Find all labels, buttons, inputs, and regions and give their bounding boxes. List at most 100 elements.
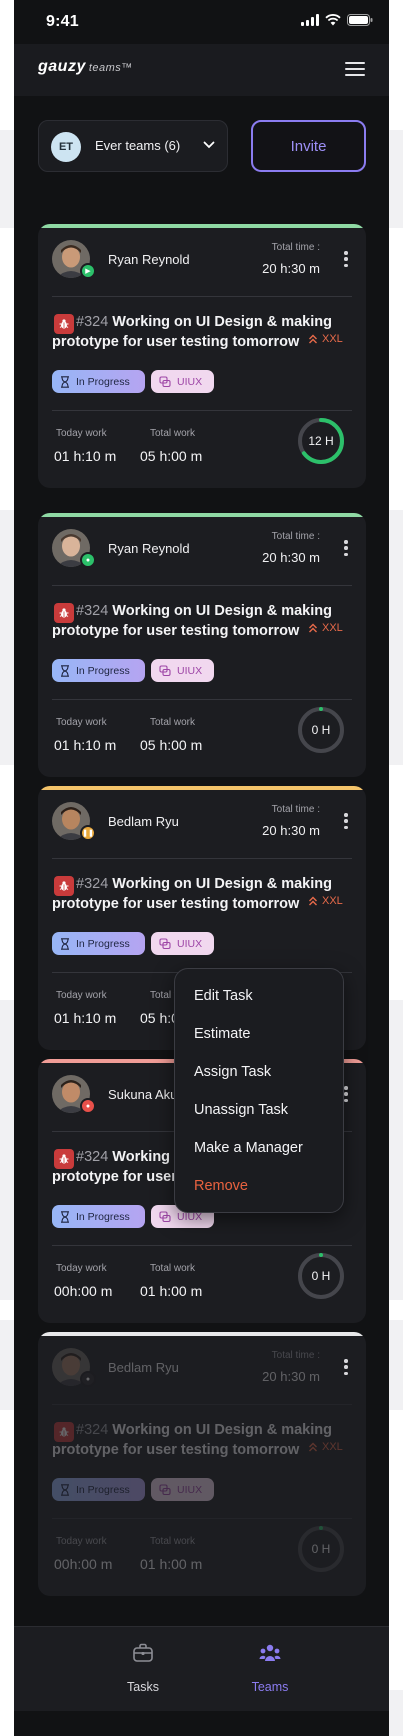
more-options-icon[interactable] (344, 1086, 348, 1102)
label-pill[interactable]: UIUX (151, 370, 214, 393)
today-work-value: 01 h:10 m (54, 737, 117, 753)
layers-icon (159, 937, 171, 949)
invite-button[interactable]: Invite (251, 120, 366, 172)
bottom-tab-bar: Tasks Teams (14, 1626, 389, 1711)
today-work-label: Today work (56, 990, 107, 1001)
status-bar: 9:41 (14, 0, 389, 44)
total-time-label: Total time : (271, 242, 320, 253)
total-time-label: Total time : (271, 531, 320, 542)
card-status-line (38, 513, 366, 517)
status-pill[interactable]: In Progress (52, 932, 145, 955)
more-options-icon[interactable] (344, 251, 348, 267)
tab-teams[interactable]: Teams (210, 1627, 330, 1711)
member-name: Ryan Reynold (108, 252, 190, 267)
layers-icon (159, 664, 171, 676)
label-pill[interactable]: UIUX (151, 932, 214, 955)
estimate-ring-label: 0 H (311, 723, 331, 737)
more-options-icon[interactable] (344, 540, 348, 556)
total-work-value: 01 h:00 m (140, 1556, 203, 1572)
divider (52, 410, 352, 411)
menu-remove[interactable]: Remove (194, 1178, 248, 1194)
divider (52, 699, 352, 700)
menu-icon[interactable] (345, 62, 365, 76)
timer-status-icon: ● (80, 552, 96, 568)
member-name: Bedlam Ryu (108, 1360, 179, 1375)
task-title[interactable]: #324 Working on UI Design & making proto… (52, 601, 352, 641)
battery-icon (347, 14, 373, 26)
hourglass-icon (61, 937, 69, 950)
timer-status-icon: ❚❚ (80, 825, 96, 841)
label-pill[interactable]: UIUX (151, 659, 214, 682)
app-logo: gauzy teams™ (38, 58, 133, 75)
menu-assign-task[interactable]: Assign Task (194, 1064, 271, 1080)
app-header: gauzy teams™ (14, 44, 389, 96)
estimate-ring[interactable]: 12 H (297, 417, 345, 465)
menu-edit-task[interactable]: Edit Task (194, 988, 253, 1004)
total-time-value: 20 h:30 m (262, 261, 320, 276)
today-work-value: 00h:00 m (54, 1283, 113, 1299)
status-pill[interactable]: In Progress (52, 659, 145, 682)
more-options-icon[interactable] (344, 813, 348, 829)
menu-make-manager[interactable]: Make a Manager (194, 1140, 303, 1156)
total-work-label: Total work (150, 717, 196, 728)
menu-estimate[interactable]: Estimate (194, 1026, 250, 1042)
double-chevron-up-icon (309, 896, 317, 906)
divider (52, 858, 352, 859)
today-work-label: Today work (56, 717, 107, 728)
estimate-ring-label: 12 H (308, 434, 334, 448)
task-title[interactable]: #324 Working on UI Design & making proto… (52, 1420, 352, 1460)
today-work-value: 00h:00 m (54, 1556, 113, 1572)
status-pill[interactable]: In Progress (52, 1478, 145, 1501)
total-work-label: Total work (150, 1536, 196, 1547)
timer-status-icon: ▶ (80, 263, 96, 279)
team-avatar: ET (51, 132, 81, 162)
divider (52, 296, 352, 297)
hourglass-icon (61, 375, 69, 388)
today-work-value: 01 h:10 m (54, 448, 117, 464)
total-time-value: 20 h:30 m (262, 823, 320, 838)
status-pill[interactable]: In Progress (52, 370, 145, 393)
member-card[interactable]: ▶ Ryan Reynold Total time : 20 h:30 m #324 W… (38, 224, 366, 488)
total-work-value: 05 h:00 m (140, 737, 203, 753)
estimate-ring[interactable]: 0 H (297, 1252, 345, 1300)
total-work-value: 01 h:00 m (140, 1283, 203, 1299)
card-status-line (38, 1332, 366, 1336)
total-time-value: 20 h:30 m (262, 1369, 320, 1384)
estimate-ring[interactable]: 0 H (297, 1525, 345, 1573)
timer-status-icon: ● (80, 1371, 96, 1387)
tab-teams-label: Teams (251, 1680, 289, 1694)
member-card[interactable]: ● Ryan Reynold Total time : 20 h:30 m #324 W… (38, 513, 366, 777)
estimate-ring-label: 0 H (311, 1269, 331, 1283)
today-work-label: Today work (56, 1263, 107, 1274)
phone-screen: 9:41 gauzy teams™ ET Ever teams (6) Invit… (14, 0, 389, 1736)
chevron-down-icon (203, 141, 215, 149)
member-name: Bedlam Ryu (108, 814, 179, 829)
status-icons (301, 14, 373, 26)
today-work-label: Today work (56, 1536, 107, 1547)
task-size: XXL (308, 895, 343, 907)
wifi-icon (325, 14, 341, 26)
more-options-icon[interactable] (344, 1359, 348, 1375)
total-time-label: Total time : (271, 1350, 320, 1361)
card-status-line (38, 224, 366, 228)
label-pill[interactable]: UIUX (151, 1478, 214, 1501)
layers-icon (159, 1210, 171, 1222)
card-status-line (38, 786, 366, 790)
menu-unassign-task[interactable]: Unassign Task (194, 1102, 288, 1118)
member-card[interactable]: ● Bedlam Ryu Total time : 20 h:30 m #324 Wor… (38, 1332, 366, 1596)
tab-tasks[interactable]: Tasks (83, 1627, 203, 1711)
team-selector[interactable]: ET Ever teams (6) (38, 120, 228, 172)
tab-tasks-label: Tasks (127, 1680, 159, 1694)
signal-icon (301, 14, 319, 26)
task-title[interactable]: #324 Working on UI Design & making proto… (52, 312, 352, 352)
estimate-ring[interactable]: 0 H (297, 706, 345, 754)
hourglass-icon (61, 1483, 69, 1496)
double-chevron-up-icon (309, 623, 317, 633)
member-name: Ryan Reynold (108, 541, 190, 556)
task-title[interactable]: #324 Working on UI Design & making proto… (52, 874, 352, 914)
hourglass-icon (61, 664, 69, 677)
status-pill[interactable]: In Progress (52, 1205, 145, 1228)
today-work-value: 01 h:10 m (54, 1010, 117, 1026)
estimate-ring-label: 0 H (311, 1542, 331, 1556)
status-time: 9:41 (46, 13, 79, 30)
